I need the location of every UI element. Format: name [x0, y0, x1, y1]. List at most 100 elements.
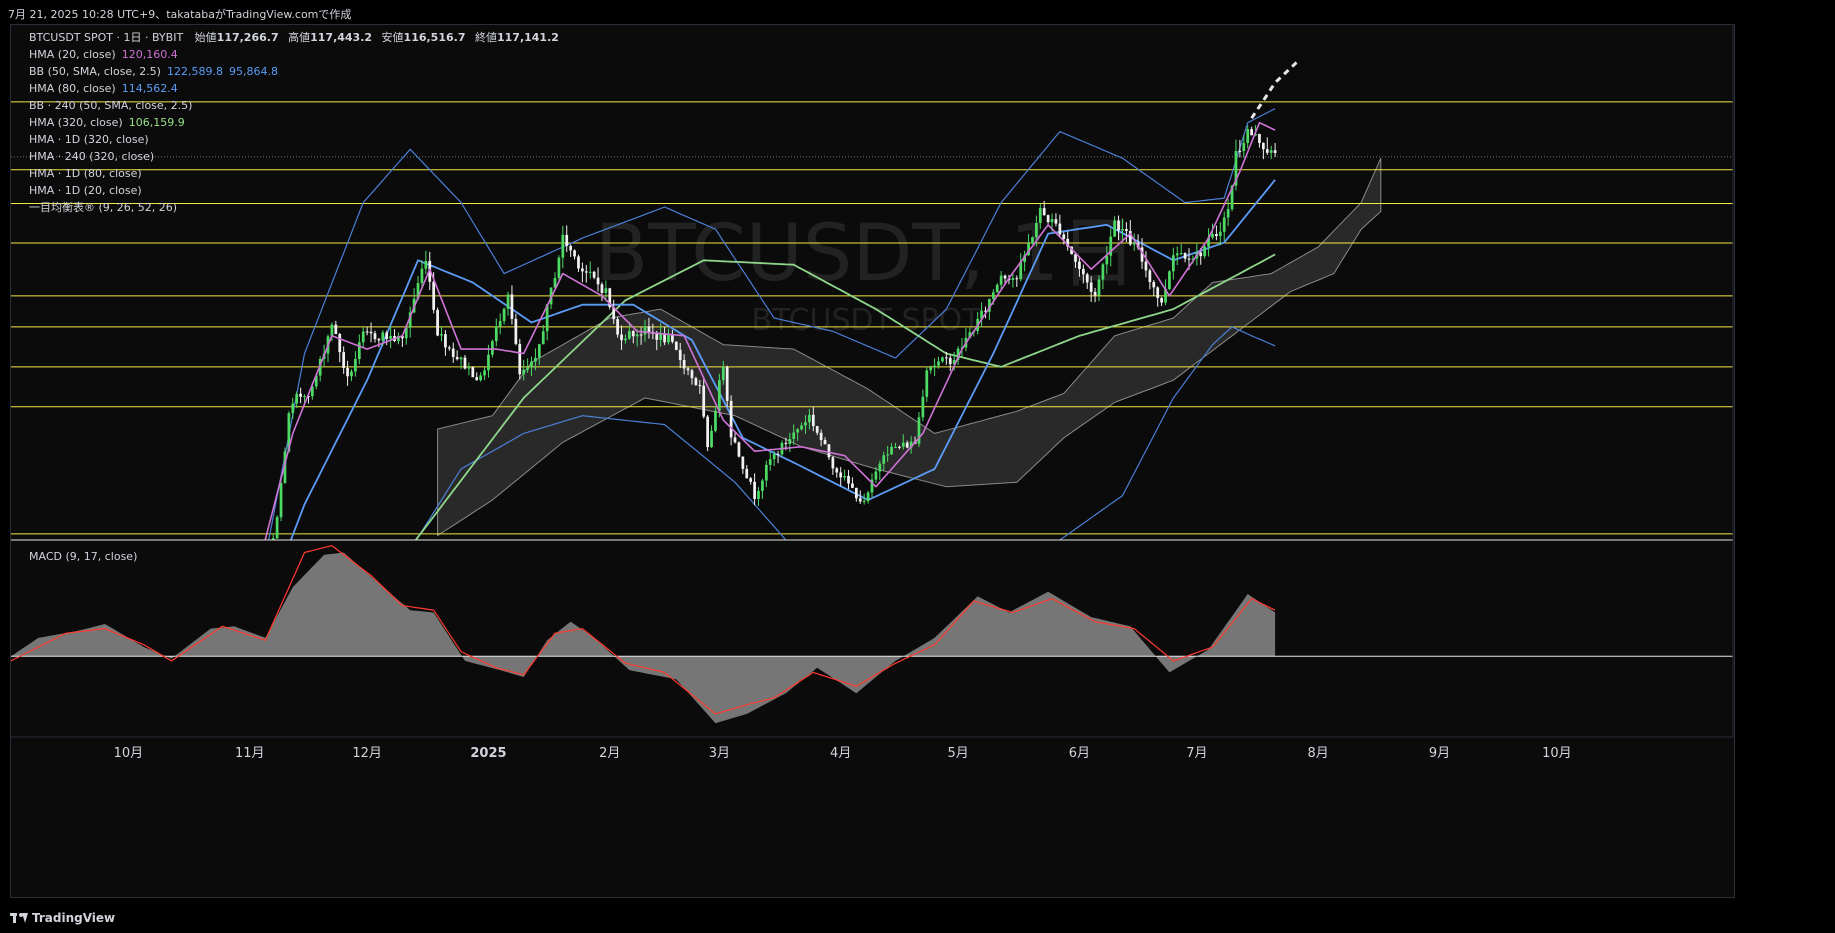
candle-body: [518, 343, 522, 375]
legend-indicator-7[interactable]: HMA · 1D (80, close): [29, 165, 559, 182]
candle-body: [702, 385, 706, 417]
candle-body: [526, 367, 529, 370]
candle-body: [471, 366, 475, 378]
indicator-name: HMA (320, close): [29, 116, 123, 129]
indicator-name: 一目均衡表® (9, 26, 52, 26): [29, 201, 178, 214]
candle-body: [1058, 223, 1062, 235]
candle: [295, 391, 299, 409]
legend-indicator-2[interactable]: HMA (80, close) 114,562.4: [29, 80, 559, 97]
candle-body: [776, 454, 780, 456]
candle-body: [901, 442, 905, 447]
candle: [1144, 251, 1148, 278]
indicator-name: HMA · 1D (80, close): [29, 167, 142, 180]
candle-body: [584, 271, 588, 273]
candle-body: [342, 352, 346, 368]
candle-body: [1258, 133, 1261, 143]
legend-indicator-3[interactable]: BB · 240 (50, SMA, close, 2.5): [29, 97, 559, 114]
candle-body: [1078, 261, 1081, 269]
candle: [440, 326, 443, 342]
candle: [870, 473, 874, 498]
candle: [854, 487, 858, 502]
candle-body: [295, 393, 299, 404]
candle: [342, 346, 346, 374]
macd-histogram: [11, 552, 1276, 724]
candle-body: [933, 365, 936, 368]
legend-indicator-1[interactable]: BB (50, SMA, close, 2.5) 122,589.8 95,864.…: [29, 63, 559, 80]
candle-body: [995, 284, 999, 293]
indicator-value: 106,159.9: [128, 116, 185, 129]
candle-body: [878, 463, 882, 472]
legend-indicator-6[interactable]: HMA · 240 (320, close): [29, 148, 559, 165]
candle-body: [436, 309, 439, 336]
candle-body: [721, 366, 725, 381]
macd-legend[interactable]: MACD (9, 17, close): [29, 548, 137, 565]
legend-close-label: 終値: [474, 31, 497, 44]
candle-body: [749, 478, 753, 482]
candle-body: [440, 334, 443, 336]
candle: [616, 316, 619, 338]
candle-body: [925, 370, 929, 397]
candle: [248, 568, 251, 576]
candle-body: [209, 587, 212, 588]
candle-body: [1015, 278, 1019, 280]
candle-body: [686, 368, 690, 371]
time-axis-label: 10月: [1542, 746, 1572, 761]
candle-body: [256, 573, 259, 575]
time-axis-label: 6月: [1069, 746, 1090, 761]
candle-body: [271, 538, 275, 540]
legend-indicator-5[interactable]: HMA · 1D (320, close): [29, 131, 559, 148]
candle-body: [577, 256, 580, 269]
tradingview-logo[interactable]: TradingView: [10, 911, 115, 925]
candle-body: [487, 354, 490, 371]
candle: [768, 451, 772, 471]
candle-body: [1054, 219, 1058, 224]
candle-body: [624, 338, 627, 341]
candle: [749, 476, 753, 485]
legend-indicator-0[interactable]: HMA (20, close) 120,160.4: [29, 46, 559, 63]
legend-high-label: 高値: [288, 31, 311, 44]
legend-low: 116,516.7: [403, 31, 466, 44]
candle-body: [291, 403, 295, 414]
candle-body: [424, 260, 428, 269]
legend-indicator-9[interactable]: 一目均衡表® (9, 26, 52, 26): [29, 199, 559, 216]
legend-indicator-4[interactable]: HMA (320, close) 106,159.9: [29, 114, 559, 131]
candle-body: [1265, 149, 1269, 153]
candle: [1168, 270, 1171, 291]
candle: [569, 244, 573, 257]
candle: [252, 570, 255, 576]
candle: [980, 302, 983, 328]
candle: [847, 469, 850, 490]
candle-body: [385, 332, 389, 339]
candle-body: [729, 400, 733, 438]
legend-indicator-8[interactable]: HMA · 1D (20, close): [29, 182, 559, 199]
candle: [725, 365, 729, 408]
candle: [1269, 145, 1273, 160]
indicator-name: BB · 240 (50, SMA, close, 2.5): [29, 99, 193, 112]
chart-frame[interactable]: BTCUSDT, 1日BTCUSDT SPOT80,000.084,000.08…: [10, 24, 1735, 898]
candle: [674, 341, 678, 351]
candle: [334, 320, 338, 335]
candle-body: [1215, 234, 1218, 237]
candle: [1218, 222, 1222, 246]
candle: [510, 285, 514, 325]
candle-body: [510, 294, 514, 319]
chart-caption: 7月 21, 2025 10:28 UTC+9、takatabaがTrading…: [8, 8, 352, 21]
candle: [1156, 286, 1160, 307]
candle-body: [1242, 143, 1246, 152]
candle: [205, 583, 208, 596]
candle-body: [502, 308, 506, 322]
candle: [1238, 139, 1242, 158]
candle: [839, 467, 843, 486]
candle: [581, 262, 584, 283]
candle: [233, 574, 236, 584]
candle-body: [1046, 215, 1050, 223]
candle: [241, 568, 244, 581]
candle-body: [1226, 209, 1230, 218]
candle-body: [1238, 151, 1242, 153]
legend-symbol-line[interactable]: BTCUSDT SPOT · 1日 · BYBIT 始値117,266.7 高値…: [29, 29, 559, 46]
candle: [776, 450, 780, 464]
candle-body: [534, 357, 537, 362]
candle-body: [690, 370, 694, 379]
candle-body: [537, 344, 541, 358]
candle: [1152, 280, 1156, 297]
